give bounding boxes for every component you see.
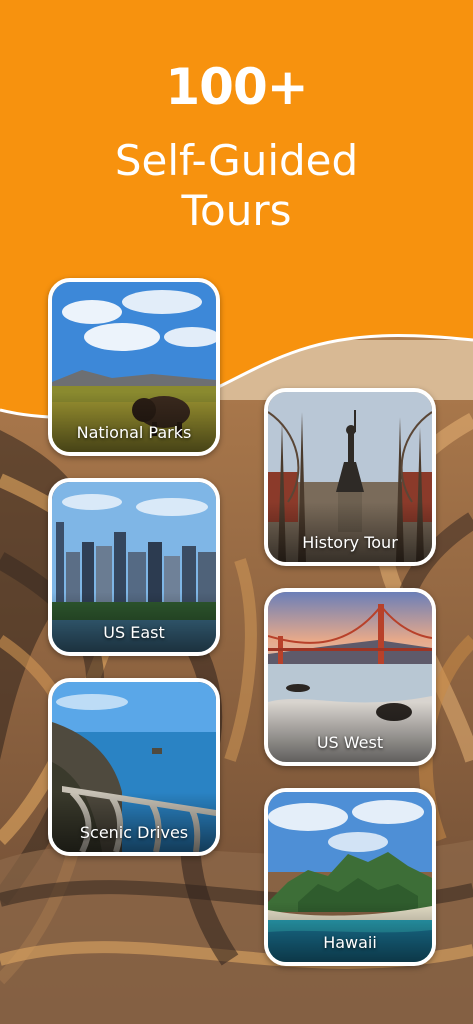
tour-card-us-west[interactable]: US West bbox=[264, 588, 436, 766]
tour-card-label: National Parks bbox=[76, 423, 192, 442]
app-store-screenshot: 100+ Self-Guided Tours National Parks Hi… bbox=[0, 0, 473, 1024]
hero-title: Self-Guided Tours bbox=[60, 136, 413, 236]
card-shade bbox=[52, 592, 216, 652]
tour-card-history-tour[interactable]: History Tour bbox=[264, 388, 436, 566]
card-shade bbox=[268, 702, 432, 762]
hero-title-line-1: Self-Guided bbox=[114, 136, 359, 185]
tour-card-us-east[interactable]: US East bbox=[48, 478, 220, 656]
tour-card-national-parks[interactable]: National Parks bbox=[48, 278, 220, 456]
tour-card-label: US West bbox=[316, 733, 384, 752]
tour-card-hawaii[interactable]: Hawaii bbox=[264, 788, 436, 966]
tour-count-heading: 100+ bbox=[165, 58, 308, 116]
card-shade bbox=[52, 392, 216, 452]
card-shade bbox=[268, 502, 432, 562]
tour-card-label: History Tour bbox=[302, 533, 398, 552]
hero-title-line-2: Tours bbox=[181, 186, 292, 235]
tour-card-scenic-drives[interactable]: Scenic Drives bbox=[48, 678, 220, 856]
tour-card-label: US East bbox=[103, 623, 165, 642]
tour-card-label: Hawaii bbox=[323, 933, 377, 952]
tour-card-label: Scenic Drives bbox=[79, 823, 189, 842]
card-shade bbox=[268, 902, 432, 962]
card-shade bbox=[52, 792, 216, 852]
